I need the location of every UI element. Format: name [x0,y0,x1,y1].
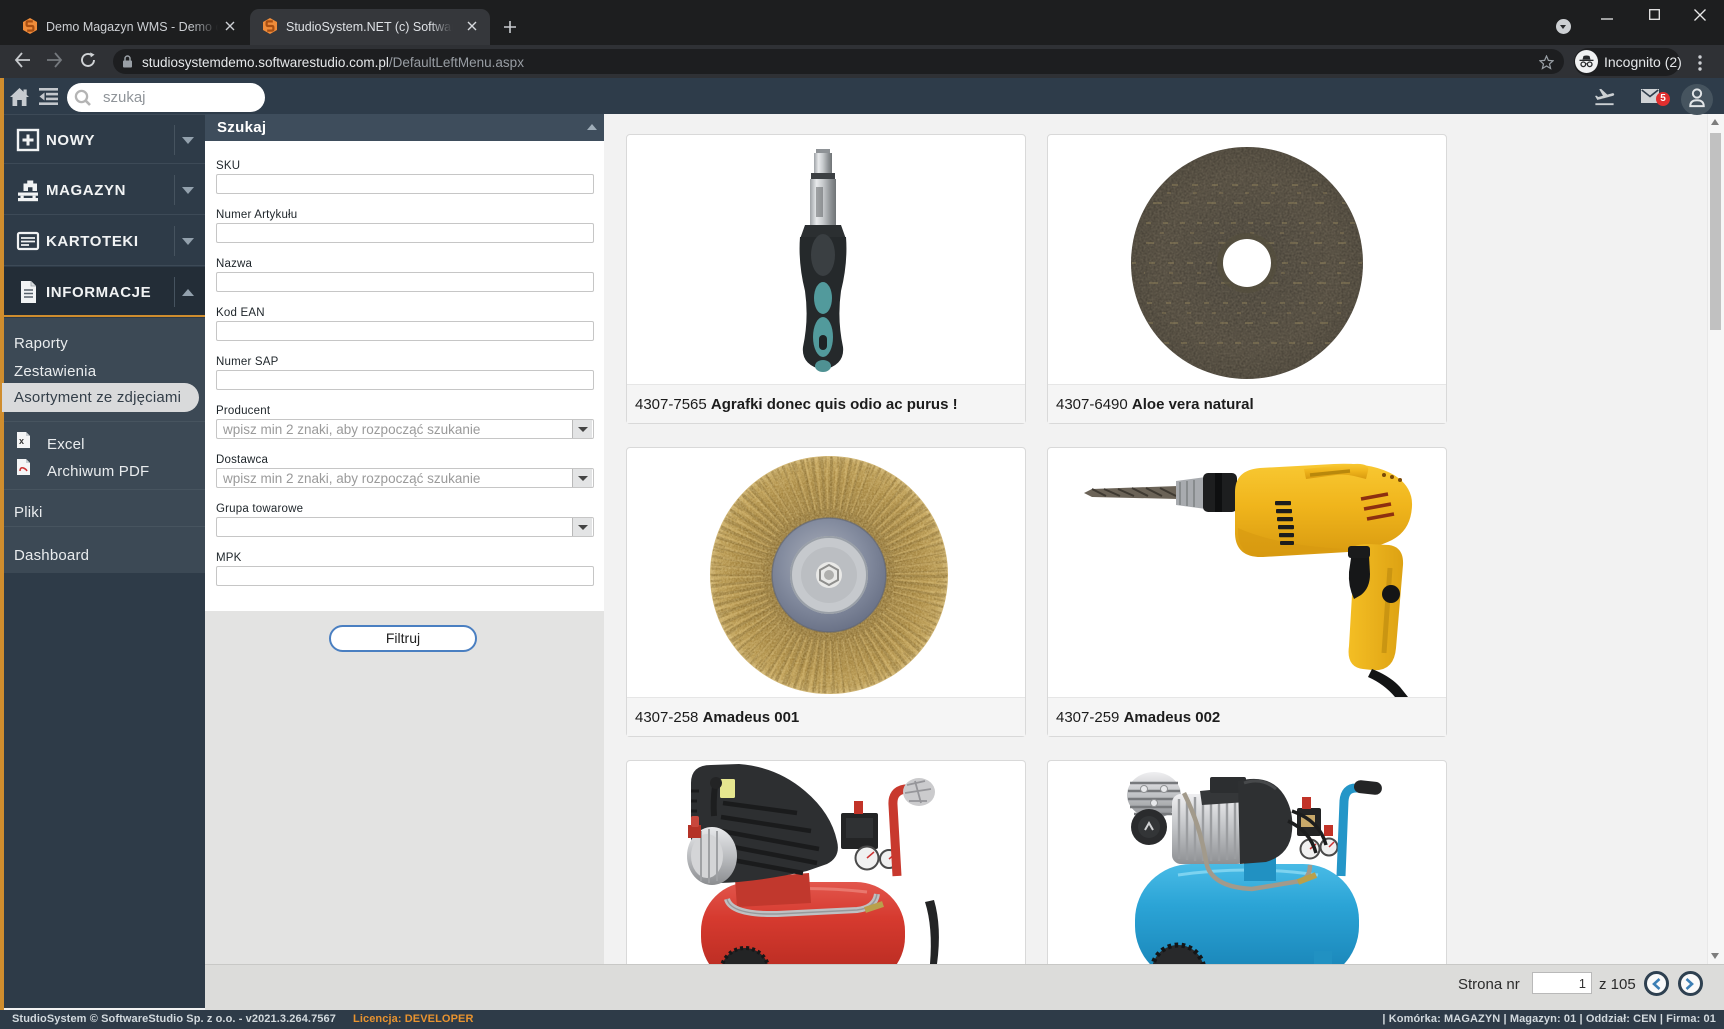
svg-text:x: x [19,436,24,446]
